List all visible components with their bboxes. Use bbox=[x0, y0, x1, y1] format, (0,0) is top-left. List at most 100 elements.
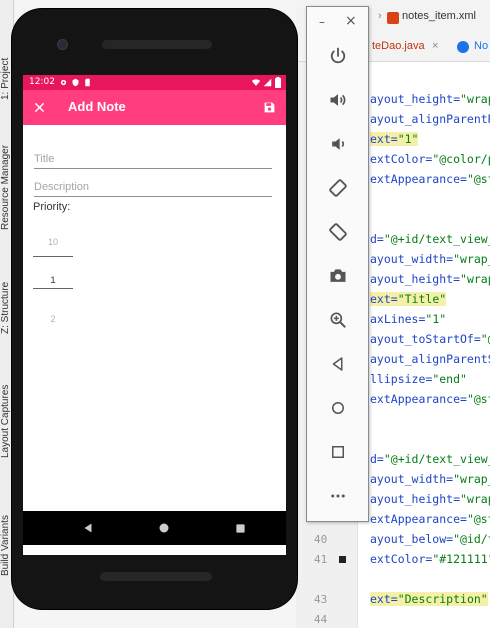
code-line[interactable]: d="@+id/text_view_ bbox=[370, 452, 490, 466]
java-class-icon bbox=[457, 41, 469, 53]
code-attribute: extAppearance= bbox=[370, 172, 467, 186]
nav-home-button[interactable] bbox=[155, 519, 173, 537]
overview-icon bbox=[235, 523, 245, 533]
code-attribute: ayout_height= bbox=[370, 272, 461, 286]
navigation-bar bbox=[23, 511, 286, 545]
minimize-button[interactable]: – bbox=[319, 15, 325, 29]
app-bar: Add Note bbox=[23, 90, 286, 125]
tab-notes-item-xml[interactable]: notes_item.xml bbox=[402, 10, 476, 22]
code-line[interactable]: ayout_below="@id/t bbox=[370, 532, 490, 546]
code-line[interactable]: d="@+id/text_view_ bbox=[370, 232, 490, 246]
rotate-right-icon bbox=[329, 223, 347, 241]
volume-down-icon bbox=[332, 138, 345, 150]
code-attribute: ayout_height= bbox=[370, 92, 461, 106]
code-attribute: ayout_toStartOf= bbox=[370, 332, 481, 346]
zoom-icon bbox=[330, 312, 346, 328]
app-title: Add Note bbox=[68, 99, 126, 114]
home-button[interactable] bbox=[323, 393, 353, 423]
nav-overview-button[interactable] bbox=[231, 519, 249, 537]
code-value: "@st bbox=[466, 392, 490, 406]
shield-icon bbox=[72, 78, 79, 87]
code-line[interactable]: ayout_height="wrap_ bbox=[370, 492, 490, 506]
code-line[interactable]: ayout_width="wrap_ bbox=[370, 252, 490, 266]
close-icon[interactable] bbox=[34, 102, 45, 113]
home-icon bbox=[159, 523, 169, 533]
line-number: 43 bbox=[314, 593, 328, 606]
line-number: 44 bbox=[314, 613, 328, 626]
screenshot-button[interactable] bbox=[323, 261, 353, 291]
volume-up-button[interactable] bbox=[323, 85, 353, 115]
code-line[interactable]: ayout_alignParentR bbox=[370, 112, 490, 126]
code-line[interactable]: llipsize="end" bbox=[370, 372, 467, 386]
volume-up-icon bbox=[330, 94, 346, 106]
settings-gear-icon bbox=[60, 79, 67, 86]
power-button[interactable] bbox=[323, 41, 353, 71]
description-field bbox=[34, 175, 272, 198]
picker-next-value[interactable]: 2 bbox=[33, 314, 73, 324]
power-icon bbox=[330, 47, 346, 64]
code-line[interactable]: axLines="1" bbox=[370, 312, 446, 326]
code-value: "@+id/text_view_ bbox=[383, 232, 490, 246]
chevron-right-icon: › bbox=[378, 10, 382, 22]
emulator-toolbar-header: – × bbox=[307, 7, 368, 37]
signal-icon bbox=[263, 78, 272, 87]
code-line[interactable]: extAppearance="@st bbox=[370, 172, 490, 186]
battery-icon bbox=[275, 77, 281, 88]
picker-selected-value[interactable]: 1 bbox=[33, 275, 73, 286]
code-attribute: axLines= bbox=[370, 312, 426, 326]
code-value: "wrap_ bbox=[460, 92, 490, 106]
code-attribute: d= bbox=[370, 452, 384, 466]
code-line[interactable]: ayout_height="wrap_ bbox=[370, 92, 490, 106]
code-line[interactable]: ayout_width="wrap_ bbox=[370, 472, 490, 486]
line-number: 40 bbox=[314, 533, 328, 546]
save-icon[interactable] bbox=[263, 101, 276, 114]
code-attribute: extAppearance= bbox=[370, 392, 467, 406]
picker-prev-value[interactable]: 10 bbox=[33, 237, 73, 247]
back-button[interactable] bbox=[323, 349, 353, 379]
code-line[interactable]: ext="Title" bbox=[370, 292, 447, 306]
close-tab-icon[interactable]: × bbox=[432, 40, 438, 52]
code-line[interactable]: ext="Description" bbox=[370, 592, 488, 606]
status-time: 12:02 bbox=[29, 77, 55, 87]
tab-note-dao-java[interactable]: teDao.java bbox=[372, 40, 425, 52]
line-number: 41 bbox=[314, 553, 328, 566]
code-attribute: ayout_below= bbox=[370, 532, 454, 546]
code-attribute: ayout_width= bbox=[370, 472, 454, 486]
code-line[interactable]: ayout_toStartOf="@ bbox=[370, 332, 490, 346]
code-value: "@+id/text_view_ bbox=[383, 452, 490, 466]
code-line[interactable]: extColor="@color/p bbox=[370, 152, 490, 166]
code-attribute: extColor= bbox=[370, 152, 433, 166]
breakpoint-marker-icon[interactable] bbox=[339, 556, 346, 563]
camera-icon bbox=[330, 269, 346, 282]
code-line[interactable]: ayout_alignParentS bbox=[370, 352, 490, 366]
rotate-right-button[interactable] bbox=[323, 217, 353, 247]
tab-note-class[interactable]: No bbox=[474, 40, 488, 52]
back-icon bbox=[84, 523, 92, 533]
code-line[interactable]: ayout_height="wrap_ bbox=[370, 272, 490, 286]
overview-button[interactable] bbox=[323, 437, 353, 467]
zoom-button[interactable] bbox=[323, 305, 353, 335]
wifi-icon bbox=[251, 79, 261, 86]
code-line[interactable]: ext="1" bbox=[370, 132, 419, 146]
volume-down-button[interactable] bbox=[323, 129, 353, 159]
code-attribute: ayout_height= bbox=[370, 492, 461, 506]
code-line[interactable]: extAppearance="@st bbox=[370, 512, 490, 526]
title-input[interactable] bbox=[34, 148, 272, 170]
code-line[interactable]: extAppearance="@st bbox=[370, 392, 490, 406]
code-value: "@ bbox=[480, 332, 490, 346]
more-button[interactable] bbox=[323, 481, 353, 511]
code-value: "Description" bbox=[397, 592, 488, 606]
code-value: "wrap_ bbox=[460, 492, 490, 506]
overview-icon bbox=[332, 446, 344, 458]
code-attribute: ext= bbox=[370, 592, 398, 606]
rotate-left-button[interactable] bbox=[323, 173, 353, 203]
description-input[interactable] bbox=[34, 176, 272, 198]
priority-label: Priority: bbox=[33, 201, 71, 213]
code-attribute: ayout_alignParentS bbox=[370, 352, 490, 366]
xml-file-icon bbox=[387, 12, 399, 24]
code-line[interactable]: extColor="#121111" bbox=[370, 552, 490, 566]
close-button[interactable]: × bbox=[345, 13, 357, 29]
code-value: "wrap_ bbox=[453, 252, 490, 266]
code-attribute: ayout_alignParentR bbox=[370, 112, 490, 126]
nav-back-button[interactable] bbox=[79, 519, 97, 537]
